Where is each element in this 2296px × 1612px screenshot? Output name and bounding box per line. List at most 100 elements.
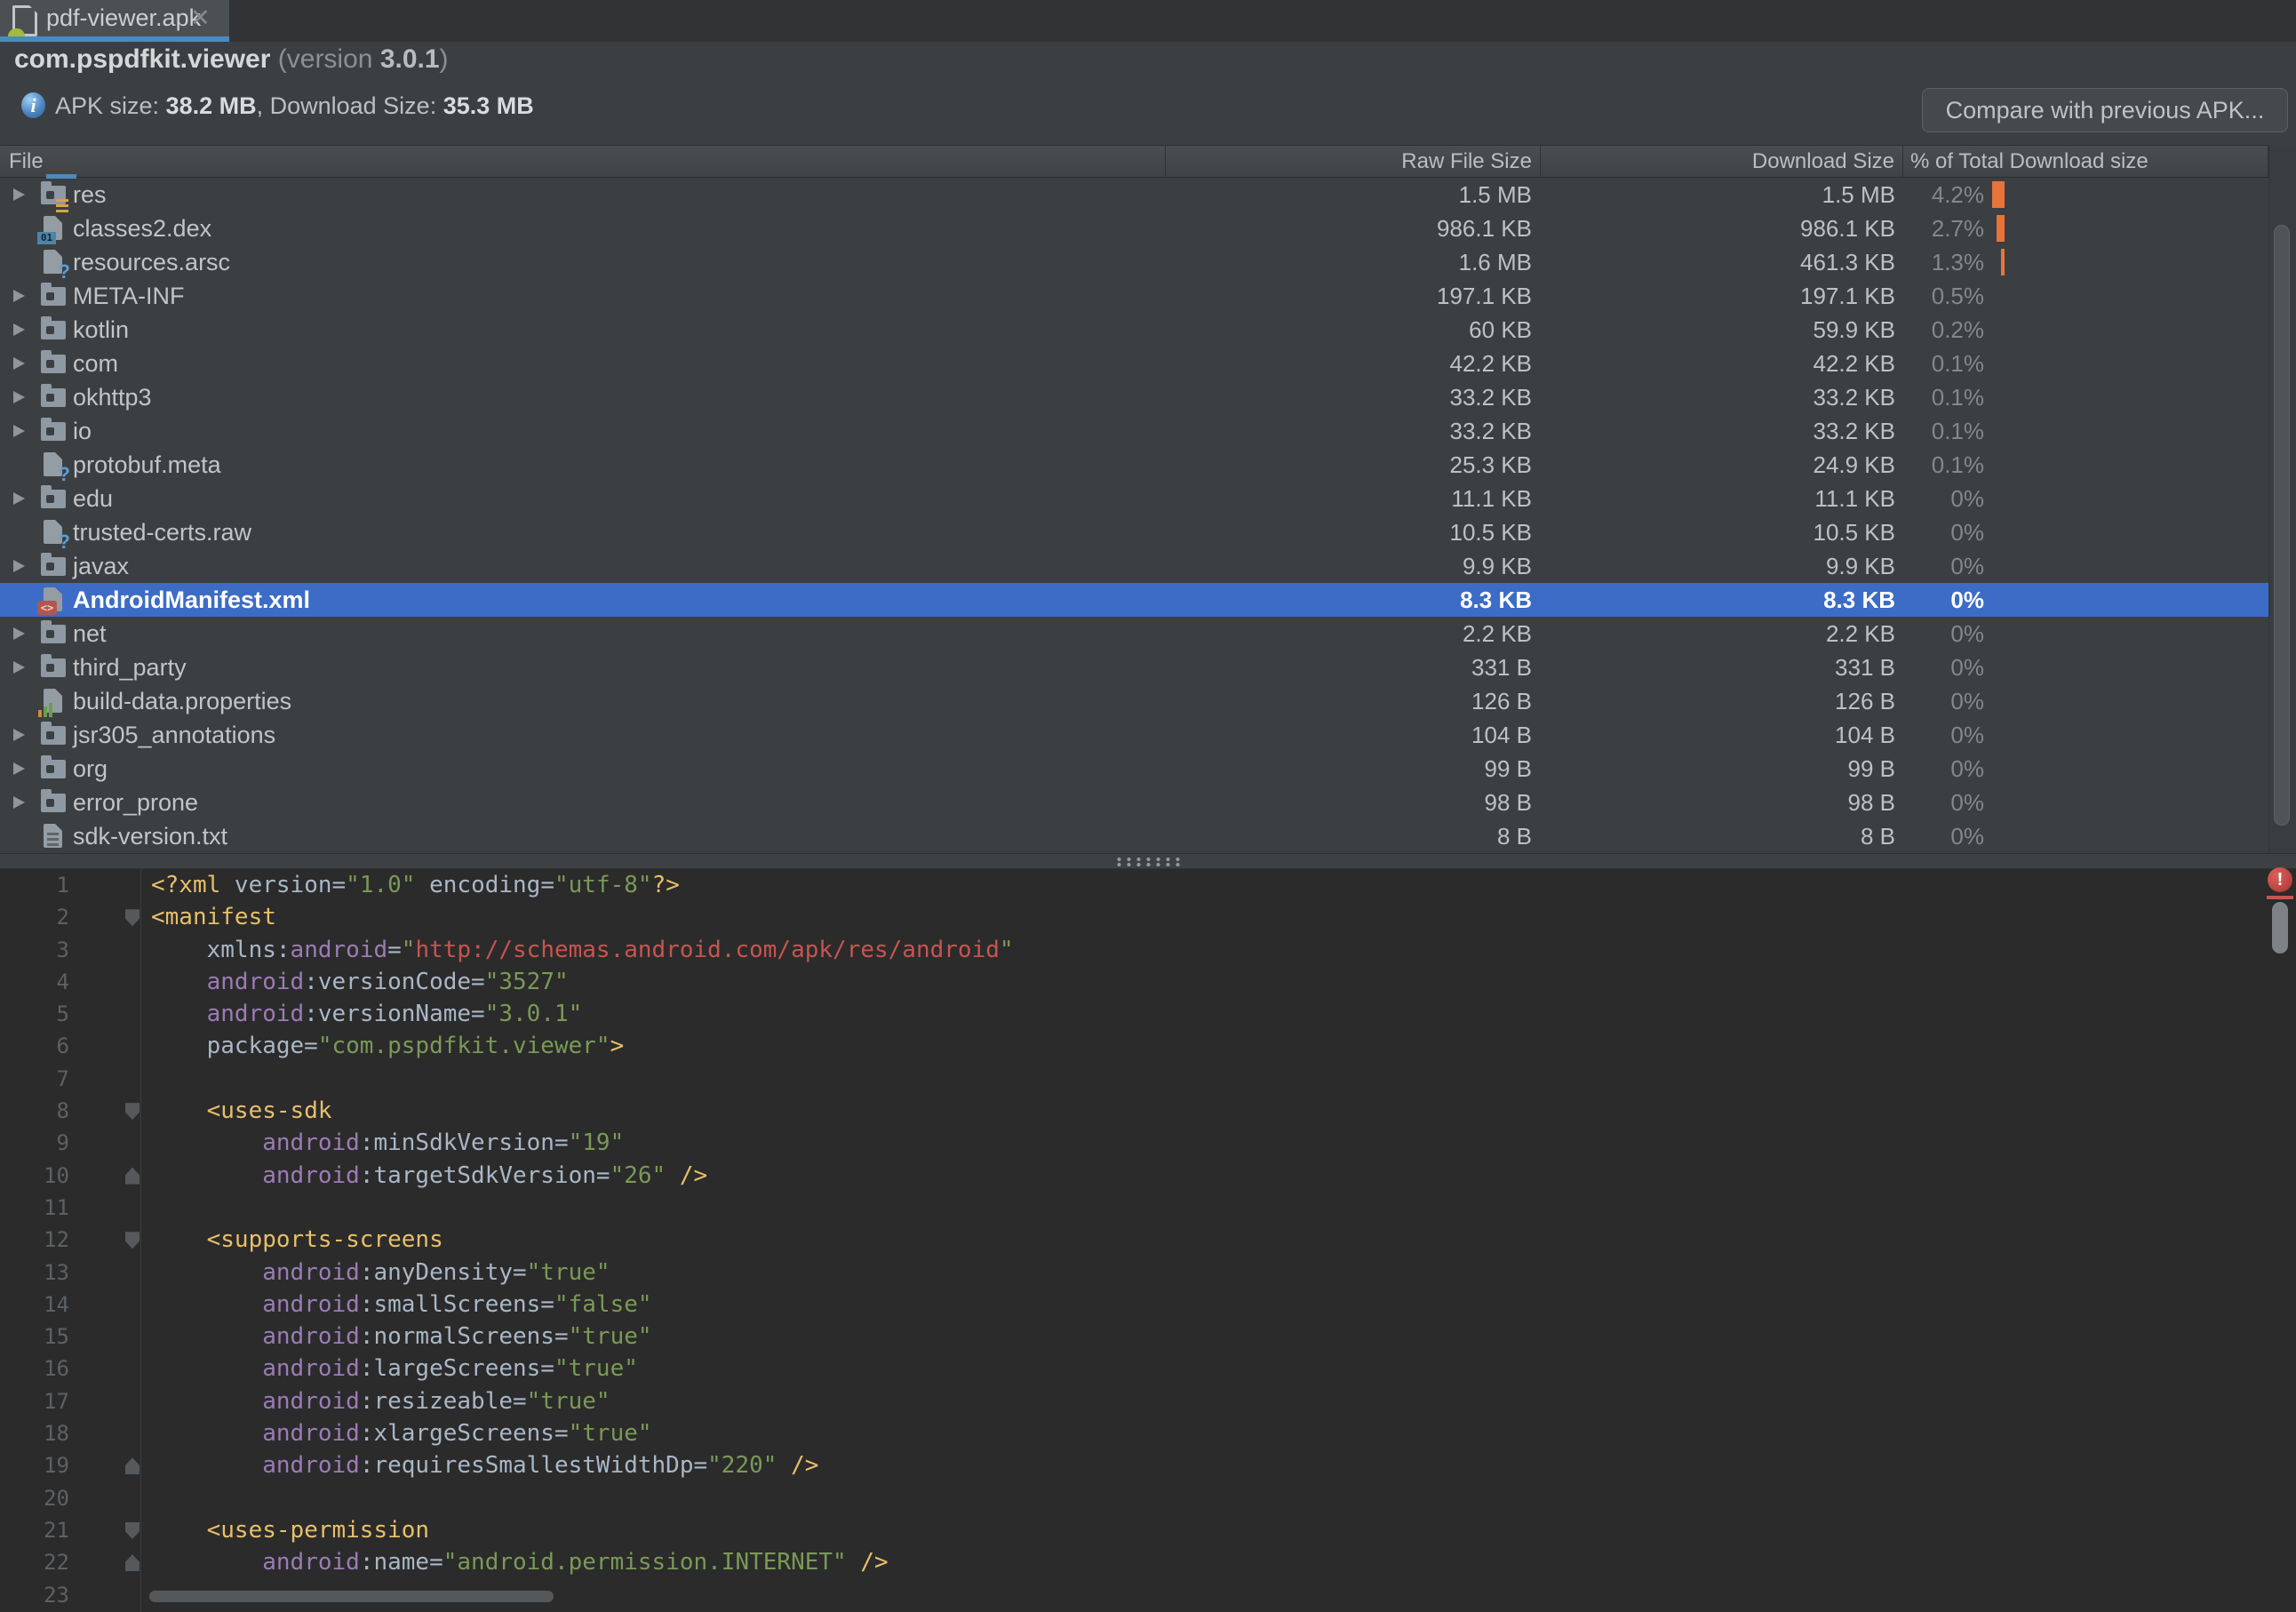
code-line[interactable]: 15 android:normalScreens="true" — [0, 1321, 2296, 1353]
expand-arrow-icon[interactable] — [13, 391, 25, 403]
code-token: :requiresSmallestWidthDp= — [360, 1452, 707, 1479]
table-row[interactable]: okhttp333.2 KB33.2 KB0.1% — [0, 380, 2268, 414]
table-row[interactable]: org99 B99 B0% — [0, 752, 2268, 786]
column-header-percent-of-total[interactable]: % of Total Download size — [1910, 146, 2149, 177]
folder-icon — [41, 722, 66, 747]
code-line[interactable]: 12 <supports-screens — [0, 1224, 2296, 1256]
fold-marker[interactable] — [125, 1103, 140, 1120]
expand-arrow-icon[interactable] — [13, 323, 25, 336]
fold-marker[interactable] — [125, 1232, 140, 1249]
download-size: 11.1 KB — [1599, 482, 1895, 515]
line-number: 22 — [0, 1546, 69, 1578]
fold-marker[interactable] — [125, 1457, 140, 1474]
code-token: "220" — [707, 1452, 777, 1479]
code-line[interactable]: 6 package="com.pspdfkit.viewer"> — [0, 1030, 2296, 1062]
expand-arrow-icon[interactable] — [13, 492, 25, 505]
table-row[interactable]: ?protobuf.meta25.3 KB24.9 KB0.1% — [0, 448, 2268, 482]
expand-arrow-icon[interactable] — [13, 357, 25, 370]
expand-arrow-icon[interactable] — [13, 661, 25, 674]
line-number: 20 — [0, 1482, 69, 1514]
table-row[interactable]: edu11.1 KB11.1 KB0% — [0, 482, 2268, 515]
table-row[interactable]: ?trusted-certs.raw10.5 KB10.5 KB0% — [0, 515, 2268, 549]
fold-marker[interactable] — [125, 1168, 140, 1185]
table-row[interactable]: res1.5 MB1.5 MB4.2% — [0, 178, 2268, 211]
code-line[interactable]: 14 android:smallScreens="false" — [0, 1289, 2296, 1321]
dex-file-icon: 01 — [41, 216, 66, 241]
download-size: 104 B — [1599, 718, 1895, 752]
column-divider[interactable] — [1902, 146, 1903, 177]
code-line[interactable]: 4 android:versionCode="3527" — [0, 966, 2296, 998]
fold-marker[interactable] — [125, 1554, 140, 1571]
file-name: okhttp3 — [73, 380, 152, 414]
code-line[interactable]: 10 android:targetSdkVersion="26" /> — [0, 1160, 2296, 1192]
expand-arrow-icon[interactable] — [13, 796, 25, 809]
code-editor[interactable]: 1<?xml version="1.0" encoding="utf-8"?>2… — [0, 869, 2296, 1612]
line-number: 18 — [0, 1417, 69, 1449]
code-line[interactable]: 9 android:minSdkVersion="19" — [0, 1127, 2296, 1159]
editor-vertical-scrollbar[interactable] — [2269, 899, 2291, 956]
table-row[interactable]: jsr305_annotations104 B104 B0% — [0, 718, 2268, 752]
tab-pdf-viewer-apk[interactable]: pdf-viewer.apk ✕ — [0, 0, 229, 42]
column-header-download-size[interactable]: Download Size — [1599, 146, 1894, 177]
close-icon[interactable]: ✕ — [190, 0, 211, 36]
code-token: android — [262, 1162, 360, 1189]
table-row[interactable]: com42.2 KB42.2 KB0.1% — [0, 347, 2268, 380]
table-row[interactable]: ?resources.arsc1.6 MB461.3 KB1.3% — [0, 245, 2268, 279]
code-line[interactable]: 5 android:versionName="3.0.1" — [0, 998, 2296, 1030]
code-line[interactable]: 3 xmlns:android="http://schemas.android.… — [0, 934, 2296, 966]
column-divider[interactable] — [1540, 146, 1541, 177]
code-line[interactable]: 2<manifest — [0, 901, 2296, 933]
table-row[interactable]: error_prone98 B98 B0% — [0, 786, 2268, 819]
table-row[interactable]: javax9.9 KB9.9 KB0% — [0, 549, 2268, 583]
expand-arrow-icon[interactable] — [13, 762, 25, 775]
table-scrollbar-thumb[interactable] — [2274, 225, 2290, 826]
pane-splitter[interactable] — [0, 853, 2296, 869]
code-line[interactable]: 21 <uses-permission — [0, 1514, 2296, 1546]
code-token: android — [291, 937, 388, 963]
code-line[interactable]: 17 android:resizeable="true" — [0, 1385, 2296, 1417]
code-line[interactable]: 19 android:requiresSmallestWidthDp="220"… — [0, 1449, 2296, 1481]
raw-file-size: 60 KB — [1244, 313, 1532, 347]
expand-arrow-icon[interactable] — [13, 627, 25, 640]
column-header-raw-file-size[interactable]: Raw File Size — [1244, 146, 1532, 177]
compare-apk-button[interactable]: Compare with previous APK... — [1922, 88, 2288, 132]
table-row[interactable]: build-data.properties126 B126 B0% — [0, 684, 2268, 718]
code-line[interactable]: 22 android:name="android.permission.INTE… — [0, 1546, 2296, 1578]
expand-arrow-icon[interactable] — [13, 560, 25, 572]
table-row[interactable]: 01classes2.dex986.1 KB986.1 KB2.7% — [0, 211, 2268, 245]
table-row[interactable]: META-INF197.1 KB197.1 KB0.5% — [0, 279, 2268, 313]
editor-horizontal-scrollbar[interactable] — [149, 1591, 554, 1602]
column-divider[interactable] — [1165, 146, 1166, 177]
table-row[interactable]: third_party331 B331 B0% — [0, 650, 2268, 684]
code-line[interactable]: 11 — [0, 1192, 2296, 1224]
table-row[interactable]: kotlin60 KB59.9 KB0.2% — [0, 313, 2268, 347]
fold-marker[interactable] — [125, 909, 140, 926]
expand-arrow-icon[interactable] — [13, 425, 25, 437]
code-token: <uses-sdk — [207, 1097, 332, 1124]
code-line[interactable]: 13 android:anyDensity="true" — [0, 1257, 2296, 1289]
expand-arrow-icon[interactable] — [13, 290, 25, 302]
splitter-grip-icon[interactable] — [1114, 857, 1184, 866]
fold-marker[interactable] — [125, 1522, 140, 1539]
column-header-file[interactable]: File — [9, 146, 44, 177]
unknown-file-icon: ? — [41, 250, 66, 275]
code-line[interactable]: 1<?xml version="1.0" encoding="utf-8"?> — [0, 869, 2296, 901]
code-line[interactable]: 8 <uses-sdk — [0, 1095, 2296, 1127]
code-line[interactable]: 7 — [0, 1063, 2296, 1095]
code-token — [151, 1420, 262, 1447]
code-token: "false" — [554, 1291, 652, 1318]
code-token: "true" — [569, 1323, 652, 1350]
expand-arrow-icon[interactable] — [13, 188, 25, 201]
table-row[interactable]: <>AndroidManifest.xml8.3 KB8.3 KB0% — [0, 583, 2268, 617]
table-vertical-scrollbar[interactable] — [2268, 145, 2296, 853]
table-row[interactable]: io33.2 KB33.2 KB0.1% — [0, 414, 2268, 448]
table-row[interactable]: net2.2 KB2.2 KB0% — [0, 617, 2268, 650]
code-line[interactable]: 20 — [0, 1482, 2296, 1514]
apk-size-label: APK size: — [55, 92, 166, 119]
code-line[interactable]: 18 android:xlargeScreens="true" — [0, 1417, 2296, 1449]
table-row[interactable]: sdk-version.txt8 B8 B0% — [0, 819, 2268, 853]
code-token — [151, 969, 207, 995]
code-line[interactable]: 16 android:largeScreens="true" — [0, 1353, 2296, 1385]
expand-arrow-icon[interactable] — [13, 729, 25, 741]
error-indicator-icon[interactable]: ! — [2268, 867, 2292, 892]
